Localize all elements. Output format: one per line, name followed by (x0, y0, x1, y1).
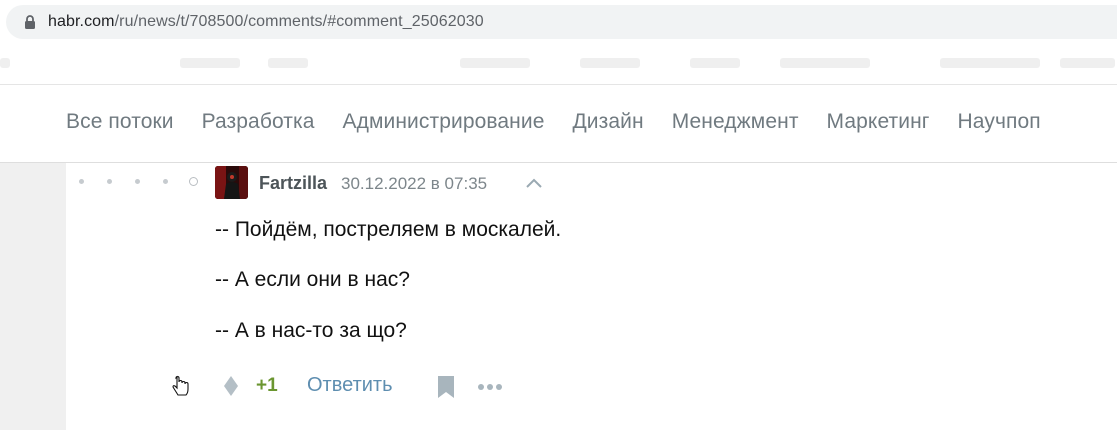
url-host: habr.com (48, 13, 115, 30)
thread-dot[interactable] (135, 179, 140, 184)
thread-dot-current[interactable] (189, 177, 198, 186)
nav-item-administration[interactable]: Администрирование (343, 110, 545, 134)
thread-dot[interactable] (79, 179, 84, 184)
thread-dot[interactable] (163, 179, 168, 184)
avatar[interactable] (215, 166, 248, 199)
bookmark-placeholder (1060, 58, 1115, 68)
url-path: /ru/news/t/708500/comments/#comment_2506… (114, 13, 484, 30)
bookmarks-bar (0, 44, 1117, 80)
chevron-up-icon[interactable] (524, 176, 544, 190)
thread-dot[interactable] (107, 179, 112, 184)
bookmark-placeholder (180, 58, 240, 68)
reply-button[interactable]: Ответить (307, 374, 393, 397)
hand-cursor-icon (172, 375, 189, 396)
page-gutter (0, 163, 66, 430)
more-icon[interactable] (477, 383, 503, 391)
avatar-image (215, 166, 248, 199)
nav-item-management[interactable]: Менеджмент (672, 110, 799, 134)
bookmark-placeholder (268, 58, 308, 68)
comment-date[interactable]: 30.12.2022 в 07:35 (341, 174, 487, 194)
bookmark-icon[interactable] (436, 375, 456, 399)
bookmark-placeholder (0, 58, 10, 68)
lock-icon[interactable] (22, 14, 38, 30)
thread-depth-indicator (79, 177, 198, 186)
bookmark-placeholder (690, 58, 740, 68)
bookmark-placeholder (460, 58, 530, 68)
nav-item-development[interactable]: Разработка (202, 110, 315, 134)
url-field[interactable]: habr.com/ru/news/t/708500/comments/#comm… (6, 5, 1117, 39)
comment-line: -- А в нас-то за що? (215, 319, 407, 342)
url-text: habr.com/ru/news/t/708500/comments/#comm… (48, 13, 484, 31)
comment-author[interactable]: Fartzilla (259, 173, 327, 194)
comment-score: +1 (256, 375, 278, 396)
vote-icon[interactable] (221, 375, 241, 397)
bookmark-placeholder (780, 58, 870, 68)
nav-items: Все потоки Разработка Администрирование … (66, 110, 1041, 134)
nav-item-design[interactable]: Дизайн (572, 110, 643, 134)
nav-item-all-flows[interactable]: Все потоки (66, 110, 174, 134)
nav-item-marketing[interactable]: Маркетинг (827, 110, 930, 134)
browser-address-bar: habr.com/ru/news/t/708500/comments/#comm… (0, 0, 1117, 44)
bookmark-placeholder (940, 58, 1040, 68)
hub-navigation: Все потоки Разработка Администрирование … (0, 84, 1117, 163)
comment-line: -- Пойдём, постреляем в москалей. (215, 218, 562, 241)
comment-line: -- А если они в нас? (215, 268, 410, 291)
nav-item-popsci[interactable]: Научпоп (958, 110, 1041, 134)
bookmark-placeholder (580, 58, 640, 68)
